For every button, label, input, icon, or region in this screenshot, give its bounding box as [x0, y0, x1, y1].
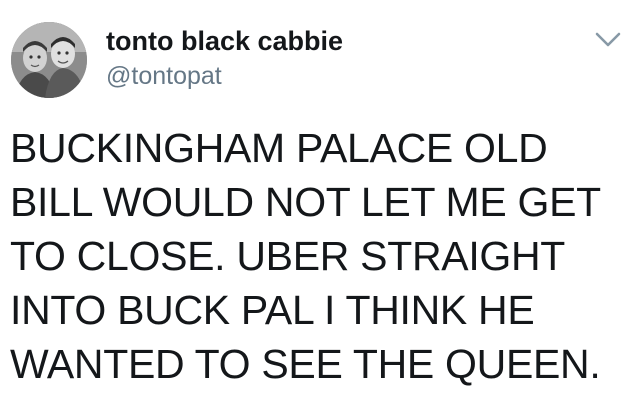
- tweet-text-line: WANTED TO SEE THE QUEEN.: [10, 341, 601, 387]
- avatar-photo: [11, 22, 87, 98]
- avatar[interactable]: [11, 22, 87, 98]
- tweet-text-line: TO CLOSE. UBER STRAIGHT: [10, 233, 566, 279]
- tweet-card: tonto black cabbie @tontopat BUCKINGHAM …: [0, 0, 640, 405]
- tweet-text-line: BILL WOULD NOT LET ME GET: [10, 179, 601, 225]
- author-display-name[interactable]: tonto black cabbie: [106, 24, 343, 58]
- chevron-down-icon: [595, 32, 621, 47]
- tweet-menu-button[interactable]: [590, 26, 626, 54]
- tweet-text-line: BUCKINGHAM PALACE OLD: [10, 125, 548, 171]
- tweet-text: BUCKINGHAM PALACE OLD BILL WOULD NOT LET…: [10, 121, 635, 391]
- author-handle[interactable]: @tontopat: [106, 60, 222, 92]
- tweet-text-line: INTO BUCK PAL I THINK HE: [10, 287, 535, 333]
